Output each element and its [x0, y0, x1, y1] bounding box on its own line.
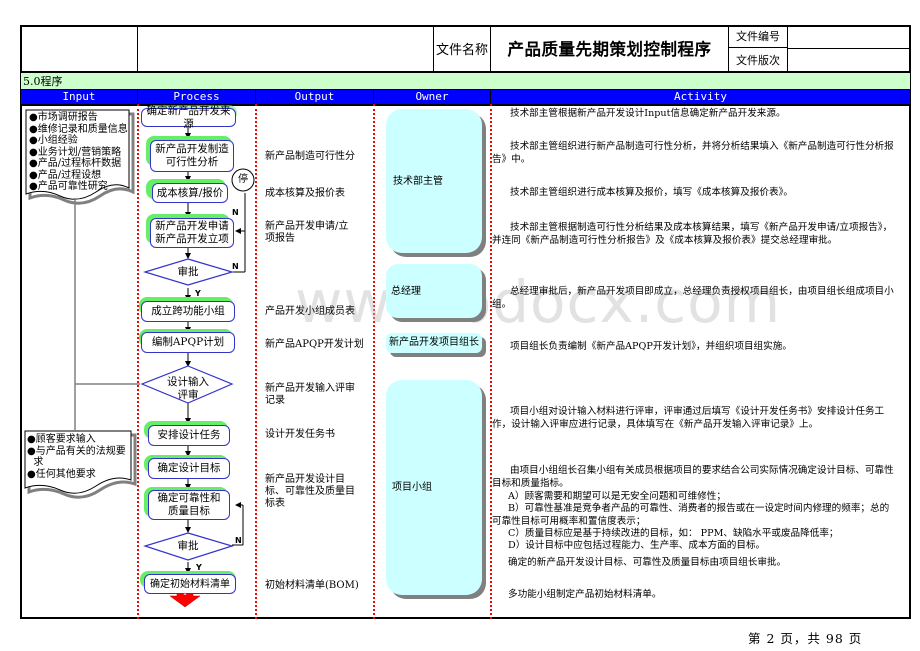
output-item: 新产品开发设计目标、可靠性及质量目标表: [265, 474, 355, 509]
process-step-costing: 成本核算/报价: [152, 183, 228, 203]
owner-label: 项目小组: [392, 482, 432, 493]
input-list-2: ●顾客要求输入 ●与产品有关的法规要 求 ●任何其他要求: [27, 434, 126, 480]
process-step-bom: 确定初始材料清单: [144, 574, 236, 594]
input-item: ●顾客要求输入: [27, 434, 96, 445]
input-item: ●小组经验: [29, 135, 78, 146]
input-item: 求: [27, 457, 44, 468]
activity-text: 技术部主管组织进行成本核算及报价，填写《成本核算及报价表》。: [510, 187, 794, 198]
activity-text: 总经理审批后，新产品开发项目即成立，总经理负责授权项目组长，由项目组长组成项目小…: [492, 286, 894, 310]
input-item: ●业务计划/营销策略: [29, 146, 122, 158]
output-item: 产品开发小组成员表: [265, 306, 355, 317]
page-number: 第 2 页，共 98 页: [748, 631, 863, 646]
activity-text: 项目小组对设计输入材料进行评审，评审通过后填写《设计开发任务书》安排设计任务工作…: [492, 406, 885, 430]
process-step-application: 新产品开发申请 新产品开发立项: [150, 218, 234, 248]
output-item: 新产品APQP开发计划: [265, 339, 364, 350]
off-page-connector-label: 1: [182, 588, 188, 597]
process-step-reliability-targets: 确定可靠性和 质量目标: [148, 490, 230, 520]
output-item: 设计开发任务书: [265, 429, 335, 440]
input-item: ●市场调研报告: [29, 112, 98, 123]
output-item: 新产品开发输入评审记录: [265, 383, 355, 406]
activity-text: 确定的新产品开发设计目标、可靠性及质量目标由项目组长审批。: [508, 557, 787, 568]
input-item: ●产品可靠性研究: [29, 181, 108, 192]
activity-text: 多功能小组制定产品初始材料清单。: [508, 589, 662, 600]
input-item: ●产品/过程设想: [29, 169, 102, 181]
output-item: 成本核算及报价表: [265, 188, 345, 199]
activity-subitem: D）设计目标中应包括过程能力、生产率、成本方面的目标。: [508, 540, 766, 551]
owner-label: 新产品开发项目组长: [389, 337, 479, 348]
activity-subitem: B）可靠性基准是竞争者产品的可靠性、消费者的报告或在一设定时间内修理的频率；总的…: [492, 503, 890, 527]
output-item: 新产品制造可行性分: [265, 151, 355, 162]
owner-label: 技术部主管: [393, 176, 443, 187]
input-list-1: ●市场调研报告 ●维修记录和质量信息 ●小组经验 ●业务计划/营销策略 ●产品/…: [29, 112, 128, 193]
activity-text: 由项目小组组长召集小组有关成员根据项目的要求结合公司实际情况确定设计目标、可靠性…: [492, 465, 894, 489]
process-step-apqp-plan: 编制APQP计划: [141, 332, 235, 353]
no-label: N: [235, 536, 242, 545]
input-item: ●与产品有关的法规要: [27, 445, 126, 457]
process-step-arrange-tasks: 安排设计任务: [148, 425, 230, 446]
no-label: N: [232, 262, 239, 271]
input-item: ●维修记录和质量信息: [29, 123, 128, 135]
decision-design-review-label: 设计输入 评审: [167, 376, 209, 401]
activity-text: 技术部主管组织进行新产品制造可行性分析，并将分析结果填入《新产品制造可行性分析报…: [492, 141, 894, 165]
output-item: 初始材料清单(BOM): [265, 580, 359, 591]
process-step-determine-source: 确定新产品开发来源: [141, 105, 236, 130]
activity-text: 项目组长负责编制《新产品APQP开发计划》，并组织项目组实施。: [510, 341, 792, 352]
owner-label: 总经理: [391, 286, 421, 297]
decision-approval-1-label: 审批: [177, 266, 199, 278]
input-item: ●任何其他要求: [27, 468, 96, 480]
process-step-design-targets: 确定设计目标: [148, 458, 230, 479]
no-label: N: [232, 208, 239, 217]
activity-text: 技术部主管根据新产品开发设计Input信息确定新产品开发来源。: [510, 108, 786, 119]
process-step-form-team: 成立跨功能小组: [141, 301, 235, 322]
process-step-feasibility: 新产品开发制造 可行性分析: [150, 140, 234, 172]
decision-approval-2-label: 审批: [177, 540, 199, 552]
input-connector: [74, 198, 140, 432]
activity-text: 技术部主管根据制造可行性分析结果及成本核算结果，填写《新产品开发申请/立项报告》…: [492, 222, 893, 246]
input-item: ●产品/过程标杆数据: [29, 158, 122, 169]
output-item: 新产品开发申请/立项报告: [265, 221, 349, 244]
stop-label: 停: [238, 174, 248, 185]
